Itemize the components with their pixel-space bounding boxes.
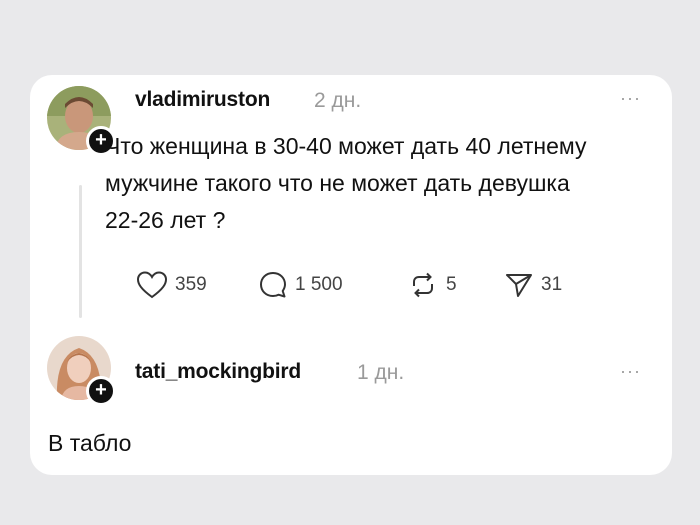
comment-count: 1 500	[295, 274, 343, 295]
post-text: Что женщина в 30-40 может дать 40 летнем…	[105, 133, 587, 233]
reply-time: 1 дн.	[357, 361, 405, 384]
follow-plus-icon[interactable]: +	[86, 376, 116, 406]
more-options-icon[interactable]: ···	[620, 89, 641, 107]
more-options-icon[interactable]: ···	[620, 362, 641, 380]
repost-button[interactable]: 5	[408, 270, 457, 300]
like-count: 359	[175, 274, 207, 295]
comment-button[interactable]: 1 500	[259, 270, 343, 300]
thread-line	[79, 185, 82, 318]
share-count: 31	[541, 274, 563, 295]
reply-username[interactable]: tati_mockingbird	[135, 360, 301, 384]
repost-icon	[413, 272, 433, 298]
reply-text: В табло	[48, 430, 132, 456]
post-username[interactable]: vladimiruston	[135, 88, 270, 112]
heart-icon	[137, 271, 167, 299]
comment-icon	[260, 272, 286, 298]
share-button[interactable]: 31	[505, 270, 562, 300]
post-time: 2 дн.	[314, 89, 362, 112]
like-button[interactable]: 359	[137, 270, 207, 300]
repost-count: 5	[446, 274, 457, 295]
send-icon	[506, 274, 532, 297]
